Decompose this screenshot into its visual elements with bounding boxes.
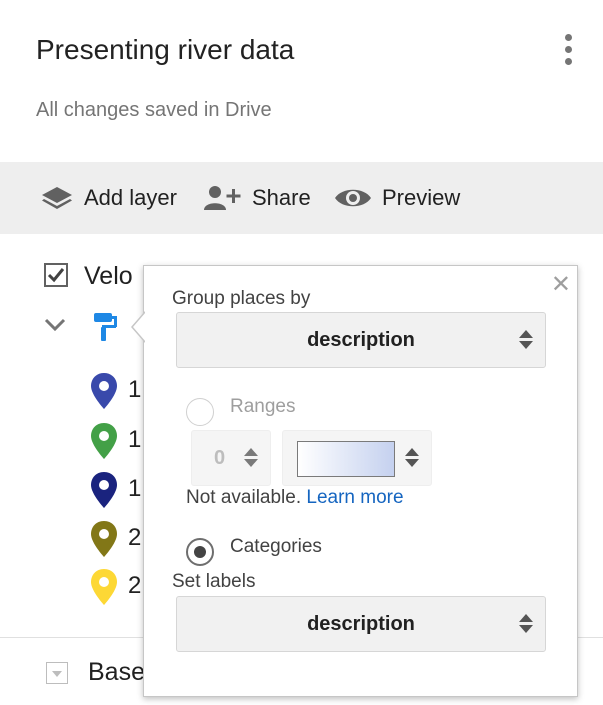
color-gradient-select[interactable] — [282, 430, 432, 486]
not-available-text: Not available. — [186, 487, 302, 508]
labels-value: description — [307, 612, 415, 635]
updown-arrows-icon — [519, 614, 533, 634]
layer-visibility-checkbox[interactable] — [44, 263, 68, 287]
more-options-icon[interactable] — [560, 34, 576, 70]
range-count-stepper[interactable]: 0 — [191, 430, 271, 486]
add-layer-label: Add layer — [84, 185, 177, 210]
ranges-note: Not available. Learn more — [186, 487, 404, 509]
popup-arrow — [131, 311, 146, 343]
chevron-down-icon[interactable] — [44, 318, 66, 332]
layer-name[interactable]: Velo — [84, 262, 144, 291]
legend-item-label: 2 — [128, 524, 142, 551]
labels-select[interactable]: description — [176, 596, 546, 652]
header: Presenting river data All changes saved … — [0, 0, 603, 162]
map-title[interactable]: Presenting river data — [36, 34, 294, 66]
updown-arrows-icon — [244, 448, 258, 468]
base-layer-dropdown[interactable] — [46, 662, 68, 684]
gradient-swatch — [297, 441, 395, 477]
add-person-icon — [204, 186, 241, 210]
map-pin-icon[interactable] — [90, 568, 118, 606]
base-layer-name[interactable]: Base — [88, 658, 148, 687]
updown-arrows-icon — [519, 330, 533, 350]
layers-icon — [42, 187, 72, 209]
map-pin-icon[interactable] — [90, 520, 118, 558]
legend-item-label: 2 — [128, 572, 142, 599]
map-pin-icon[interactable] — [90, 471, 118, 509]
categories-radio[interactable] — [186, 538, 214, 566]
share-button[interactable]: Share — [204, 162, 311, 234]
learn-more-link[interactable]: Learn more — [306, 487, 403, 508]
legend-item-label: 1 — [128, 475, 142, 502]
group-by-select[interactable]: description — [176, 312, 546, 368]
save-status: All changes saved in Drive — [36, 99, 272, 121]
preview-button[interactable]: Preview — [334, 162, 460, 234]
ranges-label: Ranges — [230, 396, 296, 417]
updown-arrows-icon — [405, 448, 419, 468]
group-by-value: description — [307, 328, 415, 351]
share-label: Share — [252, 185, 311, 210]
ranges-radio[interactable] — [186, 398, 214, 426]
toolbar: Add layer Share Preview — [0, 162, 603, 234]
legend-item-label: 1 — [128, 426, 142, 453]
group-places-label: Group places by — [172, 288, 311, 309]
categories-label: Categories — [230, 536, 322, 557]
legend-item-label: 1 — [128, 376, 142, 403]
map-pin-icon[interactable] — [90, 422, 118, 460]
preview-label: Preview — [382, 185, 461, 210]
paint-roller-icon[interactable] — [92, 311, 122, 343]
eye-icon — [335, 189, 371, 207]
range-count-value: 0 — [214, 447, 226, 469]
close-icon[interactable]: ✕ — [551, 270, 571, 299]
set-labels-label: Set labels — [172, 571, 256, 592]
add-layer-button[interactable]: Add layer — [40, 162, 177, 234]
map-pin-icon[interactable] — [90, 372, 118, 410]
style-popup: ✕ Group places by description Ranges 0 N… — [131, 265, 578, 697]
